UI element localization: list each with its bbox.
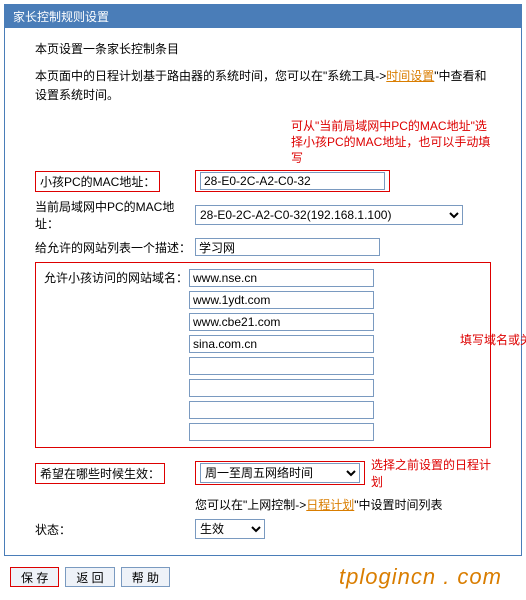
time-settings-link[interactable]: 时间设置 xyxy=(386,69,434,83)
intro-text: 本页面中的日程计划基于路由器的系统时间，您可以在"系统工具->时间设置"中查看和… xyxy=(35,67,491,105)
desc-input[interactable] xyxy=(195,238,380,256)
domain-input-1[interactable] xyxy=(189,269,374,287)
domain-input-8[interactable] xyxy=(189,423,374,441)
schedule-note: 您可以在"上网控制->日程计划"中设置时间列表 xyxy=(195,496,443,513)
title-bar: 家长控制规则设置 xyxy=(5,5,521,28)
domain-input-6[interactable] xyxy=(189,379,374,397)
page-heading: 本页设置一条家长控制条目 xyxy=(35,40,491,57)
annotation-schedule: 选择之前设置的日程计划 xyxy=(371,456,491,490)
schedule-plan-link[interactable]: 日程计划 xyxy=(306,498,354,512)
schedule-select[interactable]: 周一至周五网络时间 xyxy=(200,463,360,483)
domain-input-7[interactable] xyxy=(189,401,374,419)
lan-mac-label: 当前局域网中PC的MAC地址： xyxy=(35,198,195,232)
child-mac-input[interactable] xyxy=(200,172,385,190)
domain-label: 允许小孩访问的网站域名： xyxy=(44,269,189,445)
domain-input-5[interactable] xyxy=(189,357,374,375)
watermark: tplogincn . com xyxy=(339,564,516,590)
annotation-mac: 可从"当前局域网中PC的MAC地址"选择小孩PC的MAC地址，也可以手动填写 xyxy=(291,119,491,166)
lan-mac-select[interactable]: 28-E0-2C-A2-C0-32(192.168.1.100) xyxy=(195,205,463,225)
child-mac-label: 小孩PC的MAC地址： xyxy=(35,171,160,192)
annotation-domain: 填写域名或关键字 xyxy=(460,333,526,349)
save-button[interactable]: 保 存 xyxy=(10,567,59,587)
domain-input-4[interactable] xyxy=(189,335,374,353)
desc-label: 给允许的网站列表一个描述： xyxy=(35,239,195,256)
status-label: 状态： xyxy=(35,521,195,538)
domain-input-3[interactable] xyxy=(189,313,374,331)
domain-block: 允许小孩访问的网站域名： 填写域名或关键字 xyxy=(35,262,491,448)
back-button[interactable]: 返 回 xyxy=(65,567,114,587)
schedule-label: 希望在哪些时候生效： xyxy=(35,463,165,484)
help-button[interactable]: 帮 助 xyxy=(121,567,170,587)
status-select[interactable]: 生效 xyxy=(195,519,265,539)
domain-input-2[interactable] xyxy=(189,291,374,309)
panel-title: 家长控制规则设置 xyxy=(13,10,109,24)
